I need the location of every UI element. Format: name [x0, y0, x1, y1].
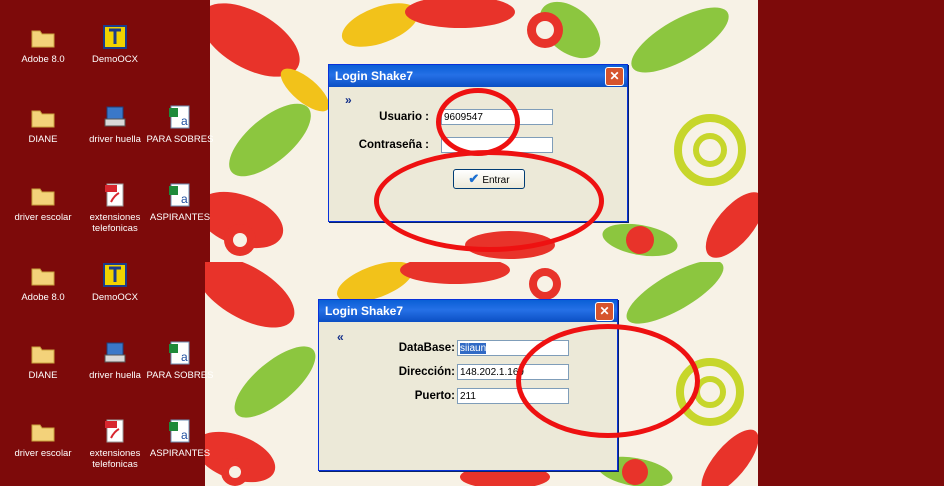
desktop-icon-driver-escolar[interactable]: driver escolar [3, 182, 83, 223]
dialog-titlebar[interactable]: Login Shake7 ✕ [319, 300, 617, 322]
desktop-icon-adobe[interactable]: Adobe 8.0 [3, 262, 83, 303]
desktop-background-right [758, 0, 944, 262]
svg-text:a: a [181, 350, 188, 364]
close-icon[interactable]: ✕ [595, 302, 614, 321]
installer-computer-icon [101, 340, 129, 366]
desktop-icon-diane[interactable]: DIANE [3, 104, 83, 145]
svg-text:a: a [181, 192, 188, 206]
collapse-toggle-icon[interactable]: « [337, 330, 344, 344]
desktop-icon-aspirantes[interactable]: a ASPIRANTES [140, 182, 220, 223]
screenshot-top: Adobe 8.0 DemoOCX DIANE driver huella a … [0, 0, 944, 262]
close-icon[interactable]: ✕ [605, 67, 624, 86]
database-selected-text: siiaun [460, 343, 487, 354]
puerto-label: Puerto: [414, 390, 455, 402]
annotation-circle-usuario [436, 88, 520, 156]
folder-icon [29, 340, 57, 366]
desktop-icon-adobe[interactable]: Adobe 8.0 [3, 24, 83, 65]
folder-icon [29, 24, 57, 50]
desktop-icon-driver-escolar[interactable]: driver escolar [3, 418, 83, 459]
desktop-icon-demoocx[interactable]: DemoOCX [75, 24, 155, 65]
dialog-title: Login Shake7 [325, 304, 404, 318]
dialog-title: Login Shake7 [335, 69, 414, 83]
demoocx-app-icon [101, 24, 129, 50]
excel-document-icon: a [166, 182, 194, 208]
pdf-document-icon [101, 182, 129, 208]
screenshot-bottom: Adobe 8.0 DemoOCX DIANE driver huella a … [0, 262, 944, 486]
desktop-icon-demoocx[interactable]: DemoOCX [75, 262, 155, 303]
svg-text:a: a [181, 114, 188, 128]
folder-icon [29, 418, 57, 444]
expand-toggle-icon[interactable]: » [345, 93, 352, 107]
excel-document-icon: a [166, 104, 194, 130]
folder-icon [29, 262, 57, 288]
pdf-document-icon [101, 418, 129, 444]
direccion-label: Dirección: [398, 366, 455, 378]
desktop-background-right [758, 262, 944, 486]
excel-document-icon: a [166, 418, 194, 444]
demoocx-app-icon [101, 262, 129, 288]
desktop-icon-para-sobres[interactable]: a PARA SOBRES [140, 340, 220, 381]
excel-document-icon: a [166, 340, 194, 366]
desktop-icon-para-sobres[interactable]: a PARA SOBRES [140, 104, 220, 145]
svg-text:a: a [181, 428, 188, 442]
contrasena-label: Contraseña : [358, 139, 429, 151]
folder-icon [29, 104, 57, 130]
installer-computer-icon [101, 104, 129, 130]
annotation-circle-direccion [516, 324, 700, 438]
annotation-circle-entrar [374, 150, 604, 252]
database-label: DataBase: [398, 342, 455, 354]
folder-icon [29, 182, 57, 208]
usuario-label: Usuario : [379, 111, 429, 123]
dialog-titlebar[interactable]: Login Shake7 ✕ [329, 65, 627, 87]
desktop-icon-diane[interactable]: DIANE [3, 340, 83, 381]
desktop-icon-aspirantes[interactable]: a ASPIRANTES [140, 418, 220, 459]
